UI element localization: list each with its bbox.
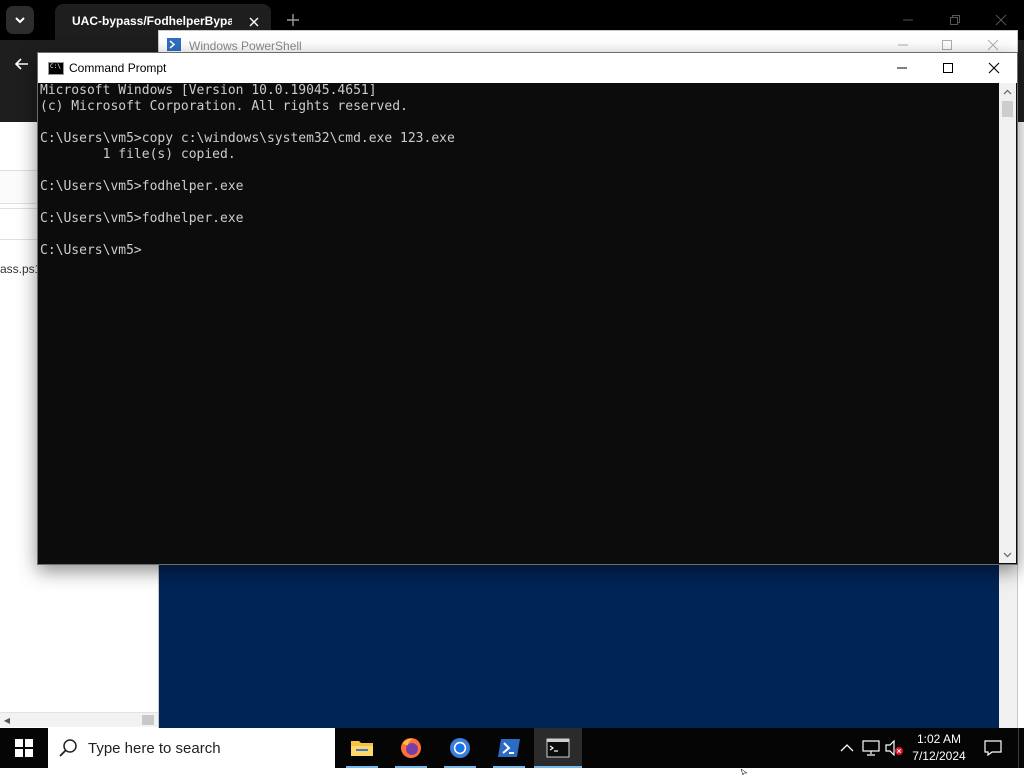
close-icon [987, 39, 999, 51]
command-prompt-titlebar[interactable]: Command Prompt [38, 53, 1017, 83]
restore-icon [950, 15, 960, 25]
command-prompt-window[interactable]: Command Prompt Microsoft Windows [Versio… [37, 52, 1018, 565]
console-prompt-line[interactable]: C:\Users\vm5> [39, 243, 999, 259]
close-icon [249, 17, 259, 27]
close-icon [988, 62, 1000, 74]
taskbar-command-prompt[interactable] [534, 728, 582, 768]
powershell-icon [498, 739, 520, 757]
cmd-close-button[interactable] [971, 53, 1017, 83]
network-status-button[interactable] [861, 738, 881, 758]
page-row-strip [0, 208, 40, 240]
taskbar: Type here to search 1:02 AM 7/12/2024 [0, 728, 1024, 768]
minimize-icon [898, 44, 908, 46]
tab-title: UAC-bypass/FodhelperBypass. [72, 14, 232, 28]
console-line: (c) Microsoft Corporation. All rights re… [40, 99, 408, 114]
maximize-icon [943, 63, 953, 73]
powershell-maximize-button[interactable] [940, 38, 954, 52]
taskbar-firefox[interactable] [387, 728, 435, 768]
powershell-icon [167, 38, 181, 51]
back-button[interactable] [8, 52, 36, 76]
browser-restore-button[interactable] [947, 12, 963, 28]
plus-icon [287, 14, 299, 26]
cmd-minimize-button[interactable] [879, 53, 925, 83]
taskbar-file-explorer[interactable] [338, 728, 386, 768]
powershell-title: Windows PowerShell [189, 39, 302, 53]
notification-icon [984, 740, 1002, 756]
scrollbar-thumb[interactable] [1002, 101, 1013, 117]
scroll-down-button[interactable] [999, 546, 1016, 563]
command-prompt-title: Command Prompt [69, 61, 167, 75]
chevron-up-icon [1003, 89, 1012, 94]
taskbar-powershell[interactable] [485, 728, 533, 768]
volume-button[interactable] [884, 738, 904, 758]
powershell-glyph-icon [169, 40, 176, 49]
windows-logo-icon [15, 739, 33, 757]
browser-close-button[interactable] [993, 12, 1009, 28]
start-button[interactable] [0, 728, 48, 768]
notification-center-button[interactable] [978, 728, 1008, 768]
command-prompt-icon [546, 738, 570, 758]
chevron-down-icon [15, 17, 25, 24]
show-desktop-button[interactable] [1018, 728, 1024, 768]
tab-search-button[interactable] [6, 6, 34, 34]
clock-date: 7/12/2024 [912, 749, 966, 763]
firefox-icon [401, 738, 421, 758]
taskbar-chrome[interactable] [436, 728, 484, 768]
page-header-strip [0, 170, 40, 204]
network-icon [862, 740, 880, 756]
horizontal-scrollbar[interactable]: ◀ [0, 712, 158, 727]
chevron-up-icon [840, 744, 854, 752]
chrome-icon [450, 738, 470, 758]
console-line: Microsoft Windows [Version 10.0.19045.46… [40, 83, 377, 98]
powershell-close-button[interactable] [986, 38, 1000, 52]
browser-minimize-button[interactable] [900, 12, 916, 28]
scroll-left-icon[interactable]: ◀ [3, 715, 11, 725]
show-hidden-icons-button[interactable] [837, 738, 857, 758]
scrollbar-thumb[interactable] [142, 715, 154, 725]
minimize-icon [903, 19, 913, 21]
close-icon [995, 14, 1007, 26]
minimize-icon [897, 67, 907, 69]
folder-icon [351, 741, 373, 756]
mouse-cursor-icon [740, 762, 748, 776]
scroll-up-button[interactable] [999, 83, 1016, 100]
chevron-down-icon [1003, 552, 1012, 557]
powershell-minimize-button[interactable] [896, 38, 910, 52]
search-icon [58, 738, 78, 758]
file-name-label[interactable]: ass.ps1 [0, 262, 41, 276]
volume-muted-icon [885, 740, 903, 756]
tab-close-button[interactable] [245, 13, 263, 31]
console-line: C:\Users\vm5>copy c:\windows\system32\cm… [40, 131, 455, 146]
search-placeholder: Type here to search [88, 740, 221, 757]
arrow-left-icon [14, 58, 28, 70]
cmd-maximize-button[interactable] [925, 53, 971, 83]
vertical-scrollbar[interactable] [999, 83, 1016, 563]
console-output[interactable]: Microsoft Windows [Version 10.0.19045.46… [39, 83, 999, 563]
command-prompt-icon [48, 62, 64, 75]
new-tab-button[interactable] [282, 9, 304, 31]
taskbar-clock[interactable]: 1:02 AM 7/12/2024 [906, 731, 972, 765]
maximize-icon [942, 40, 952, 50]
taskbar-search-box[interactable]: Type here to search [48, 728, 335, 768]
console-line: C:\Users\vm5>fodhelper.exe [40, 211, 244, 226]
clock-time: 1:02 AM [916, 732, 962, 746]
console-line: 1 file(s) copied. [40, 147, 236, 162]
console-line: C:\Users\vm5>fodhelper.exe [40, 179, 244, 194]
